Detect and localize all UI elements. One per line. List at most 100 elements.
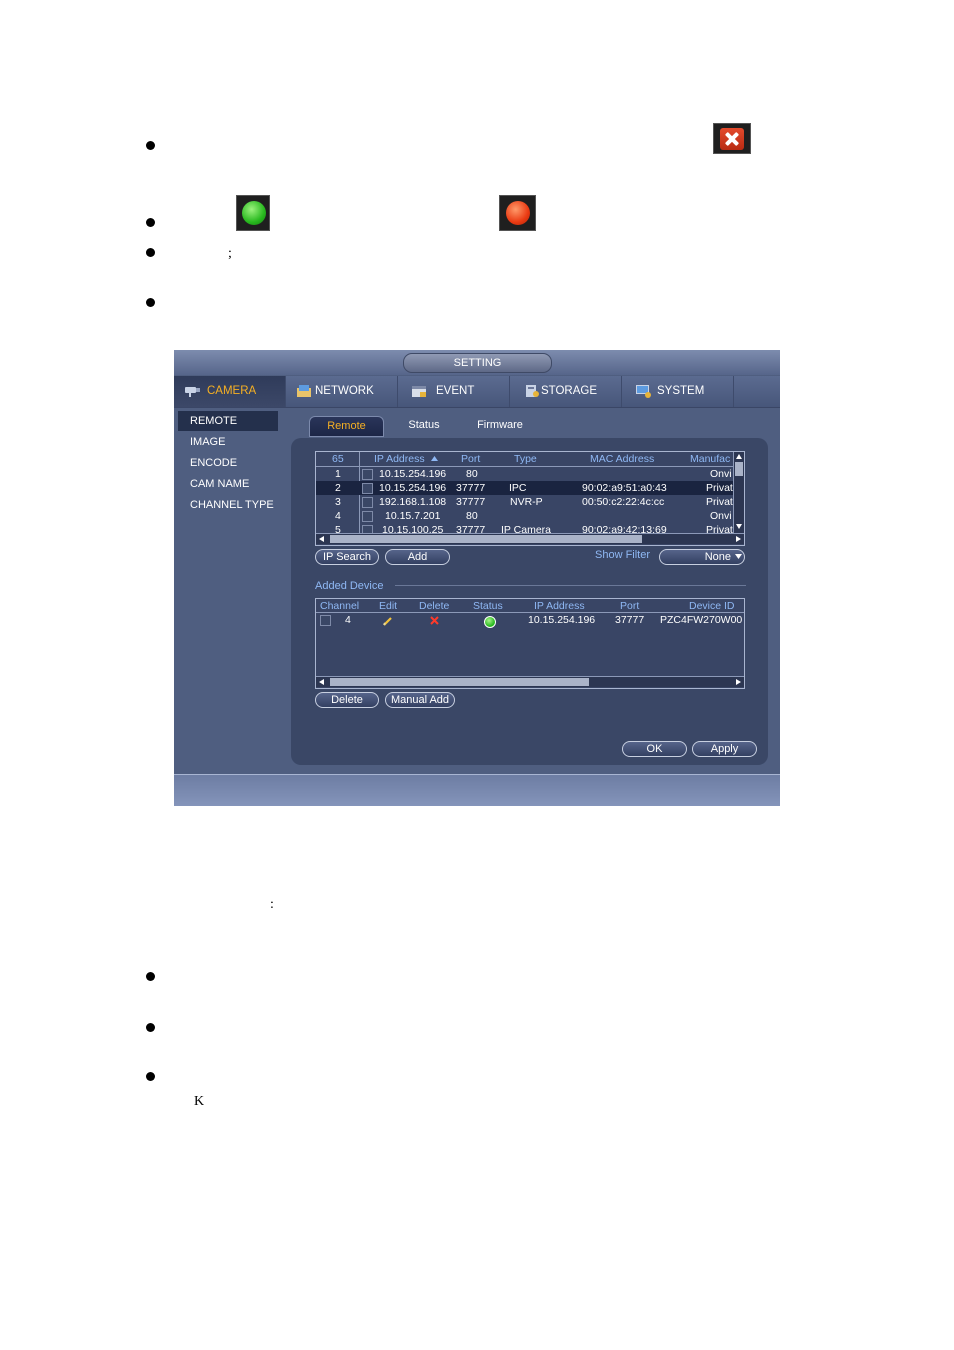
letter-k: K <box>194 1094 205 1109</box>
scroll-left-icon[interactable] <box>319 679 324 685</box>
colon: : <box>270 897 274 912</box>
sidebar: REMOTE IMAGE ENCODE CAM NAME CHANNEL TYP… <box>174 408 282 773</box>
bullet <box>146 1023 155 1032</box>
menu-event[interactable]: EVENT <box>398 376 510 407</box>
sidebar-item-image[interactable]: IMAGE <box>178 432 278 452</box>
tab-status[interactable]: Status <box>403 416 445 435</box>
edit-pencil-icon[interactable] <box>383 616 393 626</box>
col-header-manufacturer[interactable]: Manufac <box>690 453 730 465</box>
ip-search-button[interactable]: IP Search <box>315 549 379 565</box>
col-header-mac-address[interactable]: MAC Address <box>590 453 654 465</box>
row-port: 37777 <box>456 496 486 508</box>
menu-camera[interactable]: CAMERA <box>174 376 286 407</box>
bullet <box>146 218 155 227</box>
scroll-thumb[interactable] <box>330 678 589 686</box>
col-header-edit: Edit <box>379 600 398 612</box>
table-row[interactable]: 1 10.15.254.196 80 Onvi <box>316 467 744 481</box>
sidebar-item-channel-type[interactable]: CHANNEL TYPE <box>178 495 286 515</box>
sidebar-item-remote[interactable]: REMOTE <box>178 411 278 431</box>
row-ip: 10.15.254.196 <box>528 614 596 626</box>
window-title: SETTING <box>403 353 552 373</box>
menu-system[interactable]: SYSTEM <box>622 376 734 407</box>
search-result-table: 65 IP Address Port Type MAC Address Manu… <box>315 451 745 546</box>
bullet <box>146 248 155 257</box>
row-checkbox[interactable] <box>362 525 373 533</box>
row-ip: 10.15.254.196 <box>379 482 447 494</box>
row-checkbox[interactable] <box>320 615 331 626</box>
row-no: 4 <box>335 510 341 522</box>
table-row[interactable]: 4 10.15.7.201 80 Onvi <box>316 509 744 523</box>
row-mac: 90:02:a9:51:a0:43 <box>582 482 667 494</box>
row-manufacturer: Onvi <box>710 468 732 480</box>
menu-camera-label: CAMERA <box>207 385 257 397</box>
row-manufacturer: Privat <box>706 482 733 494</box>
col-header-port[interactable]: Port <box>461 453 480 465</box>
col-header-count: 65 <box>332 453 344 465</box>
chevron-down-icon <box>735 554 742 559</box>
menu-network[interactable]: NETWORK <box>286 376 398 407</box>
apply-button[interactable]: Apply <box>692 741 757 757</box>
row-type: IPC <box>509 482 527 494</box>
row-channel: 4 <box>345 614 351 626</box>
tab-remote[interactable]: Remote <box>309 416 384 437</box>
scroll-left-icon[interactable] <box>319 536 324 542</box>
filter-value: None <box>704 551 731 563</box>
menu-storage-label: STORAGE <box>541 385 598 397</box>
green-status-icon <box>236 195 270 231</box>
sidebar-item-encode[interactable]: ENCODE <box>178 453 278 473</box>
row-checkbox[interactable] <box>362 497 373 508</box>
row-port: 80 <box>466 468 478 480</box>
row-type: NVR-P <box>510 496 543 508</box>
vertical-scrollbar[interactable] <box>733 452 744 533</box>
scroll-thumb[interactable] <box>735 462 743 476</box>
tab-firmware[interactable]: Firmware <box>471 416 529 435</box>
menu-network-label: NETWORK <box>315 385 374 397</box>
row-port: 80 <box>466 510 478 522</box>
bullet <box>146 141 155 150</box>
row-type: IP Camera <box>501 524 551 533</box>
camera-icon <box>185 387 200 397</box>
row-port: 37777 <box>456 524 486 533</box>
horizontal-scrollbar[interactable] <box>316 676 744 687</box>
ok-button[interactable]: OK <box>622 741 687 757</box>
row-checkbox[interactable] <box>362 469 373 480</box>
bullet <box>146 298 155 307</box>
manual-add-button[interactable]: Manual Add <box>385 692 455 708</box>
col-header-type[interactable]: Type <box>514 453 537 465</box>
delete-x-icon[interactable] <box>430 616 439 625</box>
row-no: 5 <box>335 524 341 533</box>
online-status-icon <box>484 616 496 628</box>
menu-event-label: EVENT <box>436 385 475 397</box>
storage-icon <box>526 385 539 397</box>
scroll-right-icon[interactable] <box>736 536 741 542</box>
horizontal-scrollbar[interactable] <box>316 533 744 544</box>
row-manufacturer: Privat <box>706 524 733 533</box>
setting-window: SETTING CAMERA NETWORK EVENT STORAGE SYS… <box>174 350 780 806</box>
table-row[interactable]: 4 10.15.254.196 37777 PZC4FW270W00 <box>316 613 744 628</box>
show-filter-label: Show Filter <box>595 549 651 561</box>
sidebar-item-cam-name[interactable]: CAM NAME <box>178 474 278 494</box>
section-divider <box>395 585 746 586</box>
scroll-thumb[interactable] <box>330 535 642 543</box>
scroll-up-icon[interactable] <box>736 454 742 459</box>
row-port: 37777 <box>615 614 645 626</box>
row-ip: 10.15.254.196 <box>379 468 447 480</box>
col-header-ip-address[interactable]: IP Address <box>374 453 425 465</box>
row-mac: 90:02:a9:42:13:69 <box>582 524 667 533</box>
row-checkbox[interactable] <box>362 483 373 494</box>
table-row-selected[interactable]: 2 10.15.254.196 37777 IPC 90:02:a9:51:a0… <box>316 481 744 495</box>
add-button[interactable]: Add <box>385 549 450 565</box>
row-ip: 192.168.1.108 <box>379 496 447 508</box>
row-manufacturer: Privat <box>706 496 733 508</box>
scroll-down-icon[interactable] <box>736 524 742 529</box>
filter-select[interactable]: None <box>659 549 745 565</box>
scroll-right-icon[interactable] <box>736 679 741 685</box>
bottom-bar <box>174 774 780 806</box>
menu-storage[interactable]: STORAGE <box>510 376 622 407</box>
delete-button[interactable]: Delete <box>315 692 379 708</box>
col-header-ip-address: IP Address <box>534 600 585 612</box>
table-row[interactable]: 5 10.15.100.25 37777 IP Camera 90:02:a9:… <box>316 523 744 533</box>
table-row[interactable]: 3 192.168.1.108 37777 NVR-P 00:50:c2:22:… <box>316 495 744 509</box>
system-icon <box>636 385 651 398</box>
row-checkbox[interactable] <box>362 511 373 522</box>
